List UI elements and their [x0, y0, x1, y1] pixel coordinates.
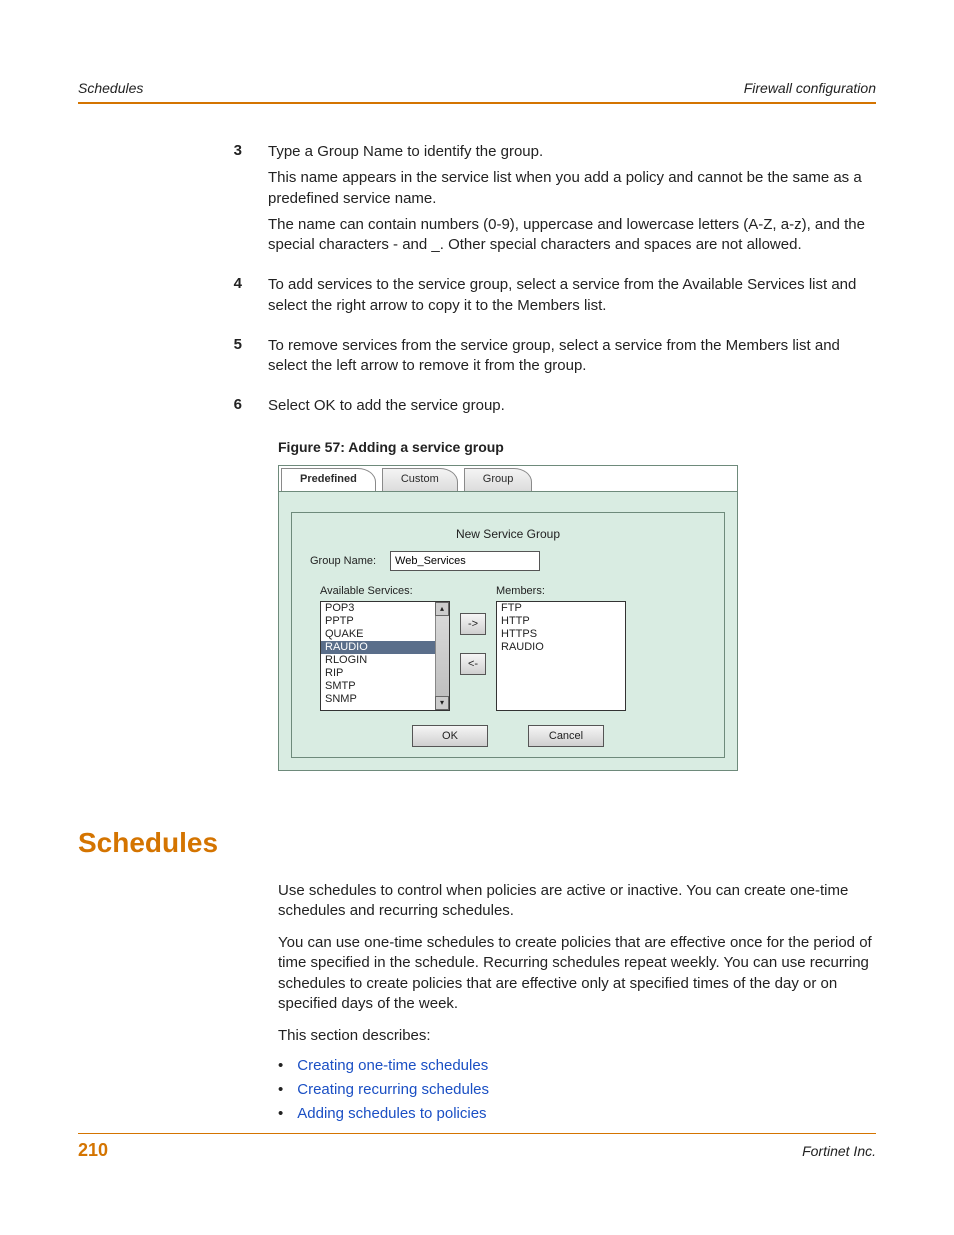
members-listbox[interactable]: FTP HTTP HTTPS RAUDIO [496, 601, 626, 711]
list-item[interactable]: PPTP [321, 615, 449, 628]
tab-predefined[interactable]: Predefined [281, 468, 376, 491]
step-text: To remove services from the service grou… [268, 336, 876, 377]
panel-title: New Service Group [310, 527, 706, 541]
list-item[interactable]: RAUDIO [497, 641, 625, 654]
list-item[interactable]: RAUDIO [321, 641, 449, 654]
figure-screenshot: Predefined Custom Group New Service Grou… [278, 465, 738, 771]
new-service-group-panel: New Service Group Group Name: Available … [291, 512, 725, 758]
step-number: 4 [78, 275, 268, 322]
page-number: 210 [78, 1140, 108, 1161]
link-adding-schedules-to-policies[interactable]: Adding schedules to policies [297, 1105, 486, 1122]
link-creating-one-time-schedules[interactable]: Creating one-time schedules [297, 1057, 488, 1074]
list-item[interactable]: POP3 [321, 602, 449, 615]
list-item[interactable]: HTTP [497, 615, 625, 628]
step-text: Type a Group Name to identify the group. [268, 142, 876, 162]
list-item[interactable]: RIP [321, 667, 449, 680]
running-header: Schedules Firewall configuration [78, 80, 876, 104]
step: 5 To remove services from the service gr… [78, 336, 876, 383]
ok-button[interactable]: OK [412, 725, 488, 747]
step-body: To remove services from the service grou… [268, 336, 876, 383]
remove-from-members-button[interactable]: <- [460, 653, 486, 675]
tab-row: Predefined Custom Group [279, 466, 737, 492]
scroll-up-icon[interactable]: ▴ [435, 602, 449, 616]
members-label: Members: [496, 585, 626, 597]
section-heading-schedules: Schedules [78, 827, 876, 859]
step-body: Type a Group Name to identify the group.… [268, 142, 876, 261]
section-links: Creating one-time schedules Creating rec… [278, 1054, 876, 1126]
group-name-input[interactable] [390, 551, 540, 571]
list-item: Adding schedules to policies [278, 1102, 876, 1126]
section-body: Use schedules to control when policies a… [78, 881, 876, 1047]
step-text: To add services to the service group, se… [268, 275, 876, 316]
scroll-down-icon[interactable]: ▾ [435, 696, 449, 710]
tab-custom[interactable]: Custom [382, 468, 458, 491]
step-body: To add services to the service group, se… [268, 275, 876, 322]
figure-caption: Figure 57: Adding a service group [278, 439, 876, 455]
scrollbar[interactable] [435, 602, 449, 710]
step-number: 5 [78, 336, 268, 383]
step-list: 3 Type a Group Name to identify the grou… [78, 142, 876, 423]
step-body: Select OK to add the service group. [268, 396, 876, 422]
group-name-label: Group Name: [310, 555, 376, 567]
cancel-button[interactable]: Cancel [528, 725, 604, 747]
list-item[interactable]: SNMP [321, 693, 449, 706]
paragraph: Use schedules to control when policies a… [278, 881, 876, 922]
runhead-left: Schedules [78, 80, 143, 96]
available-services-listbox[interactable]: POP3 PPTP QUAKE RAUDIO RLOGIN RIP SMTP S… [320, 601, 450, 711]
list-item: Creating one-time schedules [278, 1054, 876, 1078]
list-item[interactable]: FTP [497, 602, 625, 615]
link-creating-recurring-schedules[interactable]: Creating recurring schedules [297, 1081, 489, 1098]
step-text: Select OK to add the service group. [268, 396, 876, 416]
list-item[interactable]: QUAKE [321, 628, 449, 641]
step: 6 Select OK to add the service group. [78, 396, 876, 422]
list-item[interactable]: RLOGIN [321, 654, 449, 667]
paragraph: You can use one-time schedules to create… [278, 933, 876, 1014]
list-item[interactable]: SMTP [321, 680, 449, 693]
step-number: 3 [78, 142, 268, 261]
step-number: 6 [78, 396, 268, 422]
step: 4 To add services to the service group, … [78, 275, 876, 322]
runhead-right: Firewall configuration [744, 80, 876, 96]
tab-group[interactable]: Group [464, 468, 533, 491]
footer-company: Fortinet Inc. [802, 1143, 876, 1159]
paragraph: This section describes: [278, 1026, 876, 1046]
available-services-label: Available Services: [320, 585, 450, 597]
step-text: The name can contain numbers (0-9), uppe… [268, 215, 876, 256]
list-item: Creating recurring schedules [278, 1078, 876, 1102]
step-text: This name appears in the service list wh… [268, 168, 876, 209]
list-item[interactable]: HTTPS [497, 628, 625, 641]
add-to-members-button[interactable]: -> [460, 613, 486, 635]
step: 3 Type a Group Name to identify the grou… [78, 142, 876, 261]
page-footer: 210 Fortinet Inc. [78, 1133, 876, 1161]
